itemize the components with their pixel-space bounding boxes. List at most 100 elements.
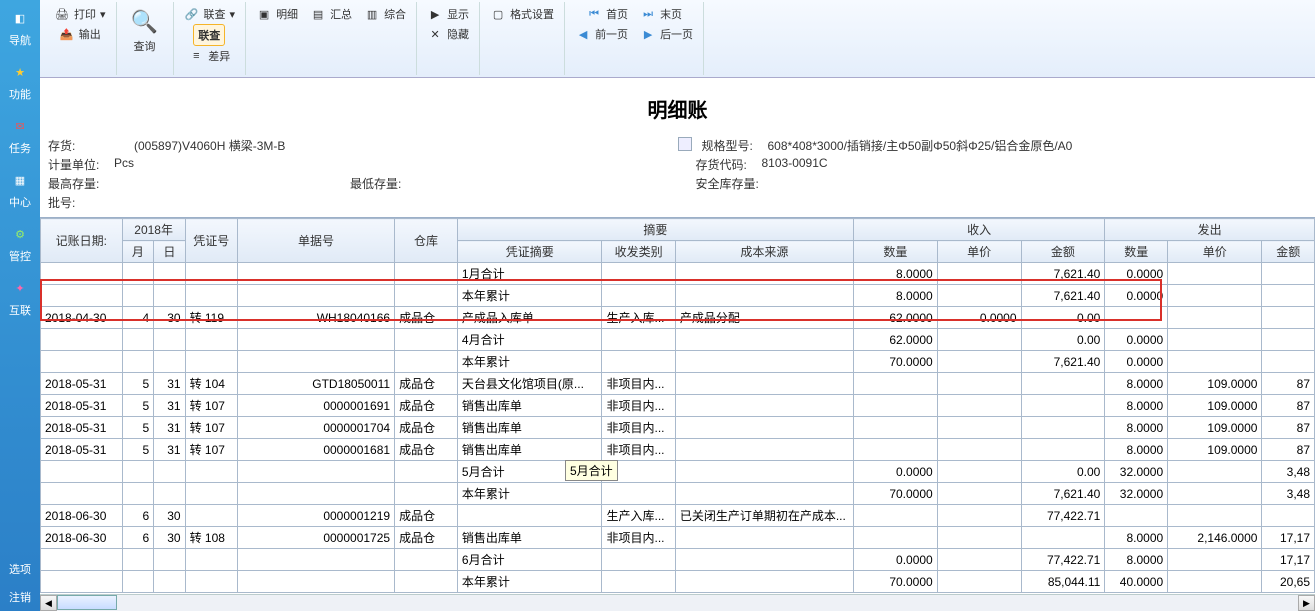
cell[interactable]: 70.0000 (853, 483, 937, 505)
cell[interactable] (1168, 285, 1262, 307)
cell[interactable]: 20,65 (1262, 571, 1315, 593)
cell[interactable]: 30 (154, 307, 185, 329)
cell[interactable]: 6 (122, 527, 153, 549)
cell[interactable]: 产成品入库单 (457, 307, 602, 329)
detail-button[interactable]: ▣明细 (252, 4, 302, 24)
cell[interactable] (154, 351, 185, 373)
cell[interactable]: 0.0000 (1105, 263, 1168, 285)
cell[interactable]: 17,17 (1262, 527, 1315, 549)
cell[interactable] (185, 351, 237, 373)
col-amount[interactable]: 金额 (1021, 241, 1105, 263)
cell[interactable] (41, 461, 123, 483)
cell[interactable]: 40.0000 (1105, 571, 1168, 593)
table-row[interactable]: 本年累计70.00007,621.4032.00003,48 (41, 483, 1315, 505)
col-price[interactable]: 单价 (937, 241, 1021, 263)
cell[interactable]: 0000001681 (237, 439, 394, 461)
cell[interactable]: 109.0000 (1168, 373, 1262, 395)
cell[interactable] (237, 329, 394, 351)
cell[interactable]: 7,621.40 (1021, 351, 1105, 373)
query-button[interactable]: 🔍查询 (123, 4, 167, 56)
cell[interactable] (395, 549, 458, 571)
cell[interactable]: 8.0000 (1105, 373, 1168, 395)
cell[interactable] (853, 373, 937, 395)
cell[interactable] (41, 549, 123, 571)
cell[interactable]: 转 119 (185, 307, 237, 329)
cell[interactable]: 1月合计 (457, 263, 602, 285)
cell[interactable] (122, 263, 153, 285)
sidebar-options[interactable]: 选项 (0, 555, 40, 583)
cell[interactable] (1021, 439, 1105, 461)
cell[interactable] (185, 263, 237, 285)
cell[interactable] (937, 263, 1021, 285)
cell[interactable]: 2018-05-31 (41, 395, 123, 417)
cell[interactable] (1021, 395, 1105, 417)
cell[interactable]: 109.0000 (1168, 439, 1262, 461)
cell[interactable] (602, 329, 675, 351)
cell[interactable] (154, 329, 185, 351)
col-month[interactable]: 月 (122, 241, 153, 263)
cell[interactable]: 0.0000 (853, 461, 937, 483)
cell[interactable] (41, 351, 123, 373)
cell[interactable] (602, 263, 675, 285)
col-rcvtype[interactable]: 收发类别 (602, 241, 675, 263)
cell[interactable] (237, 549, 394, 571)
cell[interactable]: 0.0000 (1105, 351, 1168, 373)
cell[interactable]: 生产入库... (602, 505, 675, 527)
cell[interactable] (1168, 461, 1262, 483)
cell[interactable] (937, 395, 1021, 417)
last-page-button[interactable]: ⏭末页 (636, 4, 686, 24)
cell[interactable] (853, 439, 937, 461)
cell[interactable] (602, 571, 675, 593)
cell[interactable] (853, 417, 937, 439)
cell[interactable]: 转 107 (185, 439, 237, 461)
summary-button[interactable]: ▤汇总 (306, 4, 356, 24)
cell[interactable] (937, 285, 1021, 307)
cell[interactable] (237, 483, 394, 505)
cell[interactable]: 5 (122, 395, 153, 417)
cell[interactable] (937, 549, 1021, 571)
cell[interactable]: 已关闭生产订单期初在产成本... (675, 505, 853, 527)
table-row[interactable]: 1月合计8.00007,621.400.0000 (41, 263, 1315, 285)
cell[interactable] (122, 285, 153, 307)
cell[interactable]: 8.0000 (1105, 395, 1168, 417)
cell[interactable] (937, 483, 1021, 505)
cell[interactable] (395, 263, 458, 285)
cell[interactable]: 7,621.40 (1021, 285, 1105, 307)
table-row[interactable]: 本年累计70.00007,621.400.0000 (41, 351, 1315, 373)
sidebar-logout[interactable]: 注销 (0, 583, 40, 611)
cell[interactable] (154, 483, 185, 505)
cell[interactable]: 4月合计 (457, 329, 602, 351)
spec-icon[interactable] (678, 137, 692, 151)
format-button[interactable]: ▢格式设置 (486, 4, 558, 24)
cell[interactable] (675, 461, 853, 483)
cell[interactable]: 31 (154, 417, 185, 439)
col-outgoing-group[interactable]: 发出 (1105, 219, 1315, 241)
cell[interactable] (185, 461, 237, 483)
cell[interactable]: 109.0000 (1168, 417, 1262, 439)
cell[interactable] (1262, 263, 1315, 285)
cell[interactable]: 2018-04-30 (41, 307, 123, 329)
cell[interactable] (937, 461, 1021, 483)
cell[interactable] (675, 329, 853, 351)
cell[interactable] (675, 285, 853, 307)
cell[interactable] (122, 329, 153, 351)
cell[interactable]: 成品仓 (395, 373, 458, 395)
cell[interactable] (937, 351, 1021, 373)
cell[interactable] (1262, 351, 1315, 373)
cell[interactable] (602, 549, 675, 571)
cell[interactable] (1021, 527, 1105, 549)
cell[interactable] (395, 483, 458, 505)
cell[interactable]: 产成品分配 (675, 307, 853, 329)
cell[interactable] (1168, 505, 1262, 527)
cell[interactable] (237, 571, 394, 593)
cell[interactable]: 0000001704 (237, 417, 394, 439)
table-row[interactable]: 2018-06-30630转 1080000001725成品仓销售出库单非项目内… (41, 527, 1315, 549)
cell[interactable]: 6 (122, 505, 153, 527)
sidebar-task[interactable]: ✉任务 (0, 108, 40, 162)
cell[interactable] (122, 351, 153, 373)
cell[interactable] (1021, 373, 1105, 395)
cell[interactable] (675, 439, 853, 461)
cell[interactable]: 5 (122, 373, 153, 395)
cell[interactable] (937, 439, 1021, 461)
cell[interactable] (1262, 329, 1315, 351)
